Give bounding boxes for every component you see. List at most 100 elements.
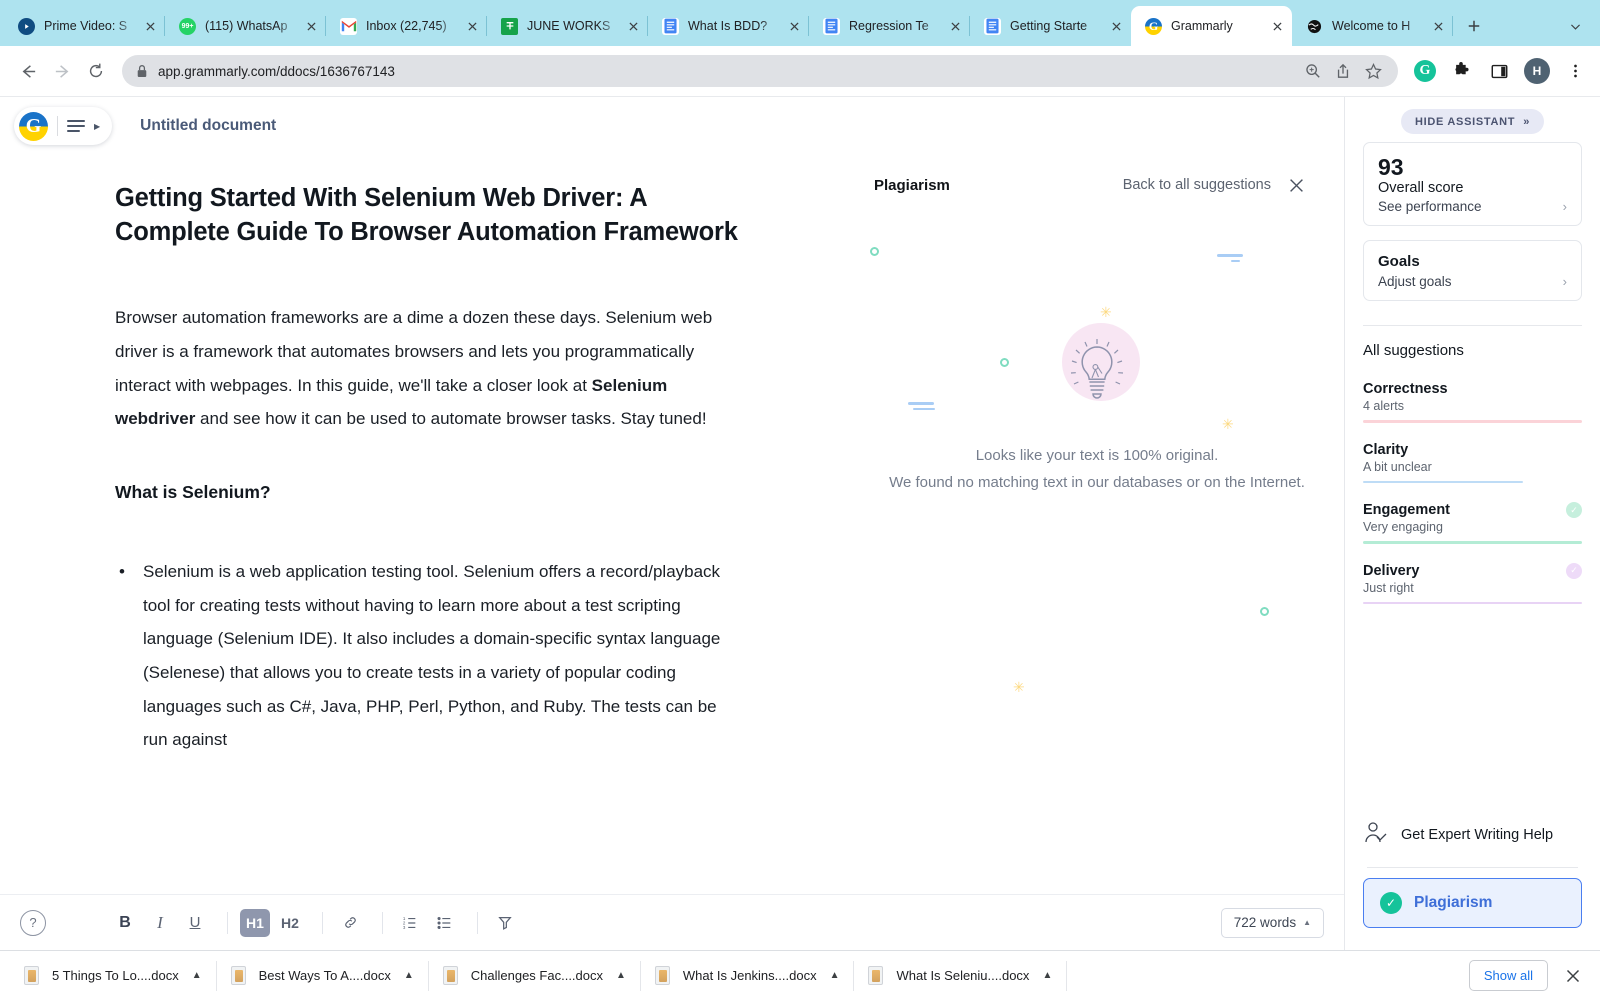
numbered-list-icon[interactable]: 1 2 3: [395, 909, 425, 937]
metric-bar: [1363, 420, 1582, 423]
goals-card[interactable]: Goals Adjust goals ›: [1363, 240, 1582, 302]
close-icon[interactable]: [785, 17, 803, 35]
bold-button[interactable]: B: [110, 909, 140, 937]
heading-1-button[interactable]: H1: [240, 908, 270, 937]
metric-correctness[interactable]: Correctness 4 alerts: [1345, 381, 1600, 423]
divider: [1367, 867, 1578, 868]
chevron-up-icon[interactable]: ▲: [830, 970, 840, 981]
google-docs-icon: [823, 17, 840, 35]
side-panel-icon[interactable]: [1486, 58, 1512, 84]
bookmark-star-icon[interactable]: [1365, 62, 1382, 80]
profile-avatar[interactable]: H: [1524, 58, 1550, 84]
reload-button[interactable]: [80, 55, 112, 87]
metric-bar: [1363, 601, 1582, 605]
browser-tab[interactable]: Prime Video: S: [4, 6, 165, 46]
adjust-goals-link[interactable]: Adjust goals ›: [1378, 274, 1567, 289]
document-menu-icon[interactable]: [67, 120, 85, 132]
bullet-list-icon[interactable]: [430, 909, 460, 937]
new-tab-button[interactable]: [1459, 11, 1489, 41]
chevron-up-icon[interactable]: ▲: [192, 970, 202, 981]
metric-engagement[interactable]: Engagement ✓ Very engaging: [1345, 502, 1600, 544]
close-icon[interactable]: [1268, 17, 1286, 35]
google-docs-icon: [984, 17, 1001, 35]
all-suggestions-label[interactable]: All suggestions: [1345, 342, 1600, 359]
overall-score-card[interactable]: 93 Overall score See performance ›: [1363, 142, 1582, 227]
browser-tab[interactable]: 99+ (115) WhatsAp: [165, 6, 326, 46]
chevron-up-icon[interactable]: ▲: [404, 970, 414, 981]
close-icon[interactable]: [946, 17, 964, 35]
download-item[interactable]: What Is Jenkins....docx ▲: [641, 957, 854, 995]
plagiarism-header: Plagiarism Back to all suggestions: [850, 167, 1344, 203]
download-item[interactable]: What Is Seleniu....docx ▲: [854, 957, 1066, 995]
browser-tab[interactable]: Regression Te: [809, 6, 970, 46]
divider: [1363, 325, 1582, 327]
gmail-icon: [340, 17, 357, 35]
heading-2-button[interactable]: H2: [275, 909, 305, 937]
overall-score-label: Overall score: [1378, 180, 1464, 197]
extensions-puzzle-icon[interactable]: [1448, 58, 1474, 84]
see-performance-link[interactable]: See performance ›: [1378, 199, 1567, 214]
chevron-right-icon: ›: [1562, 199, 1567, 215]
close-icon[interactable]: [1289, 178, 1304, 193]
tab-search-chevron-icon[interactable]: [1562, 13, 1588, 39]
close-icon[interactable]: [302, 17, 320, 35]
underline-button[interactable]: U: [180, 909, 210, 937]
grammarly-extension-icon[interactable]: G: [1414, 60, 1436, 82]
close-icon[interactable]: [1107, 17, 1125, 35]
overall-score-value: 93: [1378, 154, 1404, 180]
show-all-downloads-button[interactable]: Show all: [1468, 960, 1548, 991]
metric-value: A bit unclear: [1363, 459, 1432, 474]
hide-assistant-button[interactable]: HIDE ASSISTANT »: [1400, 109, 1545, 134]
browser-tab[interactable]: JUNE WORKS: [487, 6, 648, 46]
chevron-up-icon[interactable]: ▲: [1042, 970, 1052, 981]
document-title[interactable]: Untitled document: [140, 117, 276, 135]
lock-icon: [136, 64, 148, 78]
link-icon[interactable]: [335, 909, 365, 937]
close-icon[interactable]: [1566, 969, 1580, 983]
browser-tab[interactable]: Inbox (22,745): [326, 6, 487, 46]
globe-icon: [1306, 18, 1323, 35]
document-canvas[interactable]: Getting Started With Selenium Web Driver…: [0, 155, 850, 894]
grammarly-logo-icon[interactable]: G: [19, 111, 48, 141]
get-expert-writing-help[interactable]: Get Expert Writing Help: [1345, 820, 1600, 867]
docx-file-icon: [230, 966, 246, 985]
share-icon[interactable]: [1335, 63, 1351, 79]
back-button[interactable]: [12, 55, 44, 87]
chrome-menu-icon[interactable]: [1562, 58, 1588, 84]
word-count-button[interactable]: 722 words ▲: [1220, 907, 1324, 938]
chevron-up-icon[interactable]: ▲: [616, 970, 626, 981]
tab-strip: Prime Video: S 99+ (115) WhatsAp Inbox (…: [0, 0, 1600, 46]
close-icon[interactable]: [624, 17, 642, 35]
browser-tab[interactable]: What Is BDD?: [648, 6, 809, 46]
download-item[interactable]: 5 Things To Lo....docx ▲: [10, 957, 216, 995]
download-item[interactable]: Best Ways To A....docx ▲: [217, 957, 428, 995]
goals-title: Goals: [1378, 253, 1420, 271]
close-icon[interactable]: [1429, 17, 1447, 35]
clear-formatting-icon[interactable]: [490, 909, 520, 937]
download-file-name: 5 Things To Lo....docx: [52, 968, 179, 983]
italic-button[interactable]: I: [145, 909, 175, 937]
metric-clarity[interactable]: Clarity A bit unclear: [1345, 442, 1600, 484]
address-bar[interactable]: app.grammarly.com/ddocs/1636767143: [122, 55, 1398, 87]
list-item: Selenium is a web application testing to…: [115, 555, 740, 757]
hide-assistant-label: HIDE ASSISTANT: [1414, 115, 1516, 128]
paragraph-part-2: and see how it can be used to automate b…: [195, 409, 707, 429]
back-to-all-suggestions-link[interactable]: Back to all suggestions: [1123, 177, 1271, 193]
close-icon[interactable]: [141, 17, 159, 35]
help-icon[interactable]: ?: [20, 909, 46, 936]
download-item[interactable]: Challenges Fac....docx ▲: [429, 957, 640, 995]
metric-delivery[interactable]: Delivery ✓ Just right: [1345, 562, 1600, 605]
browser-tab[interactable]: Getting Starte: [970, 6, 1131, 46]
extensions-area: G H: [1408, 58, 1588, 84]
document-subheading: What is Selenium?: [115, 481, 271, 502]
browser-tab-active[interactable]: G Grammarly: [1131, 6, 1292, 46]
zoom-icon[interactable]: [1305, 63, 1321, 79]
check-circle-icon: ✓: [1566, 562, 1582, 579]
grammarly-home-pill[interactable]: G ▶: [14, 107, 113, 145]
tab-title: Regression Te: [849, 19, 929, 33]
lightbulb-icon: [1049, 323, 1145, 419]
plagiarism-button[interactable]: ✓ Plagiarism: [1363, 878, 1582, 928]
forward-button[interactable]: [46, 55, 78, 87]
browser-tab[interactable]: Welcome to H: [1292, 6, 1453, 46]
close-icon[interactable]: [463, 17, 481, 35]
